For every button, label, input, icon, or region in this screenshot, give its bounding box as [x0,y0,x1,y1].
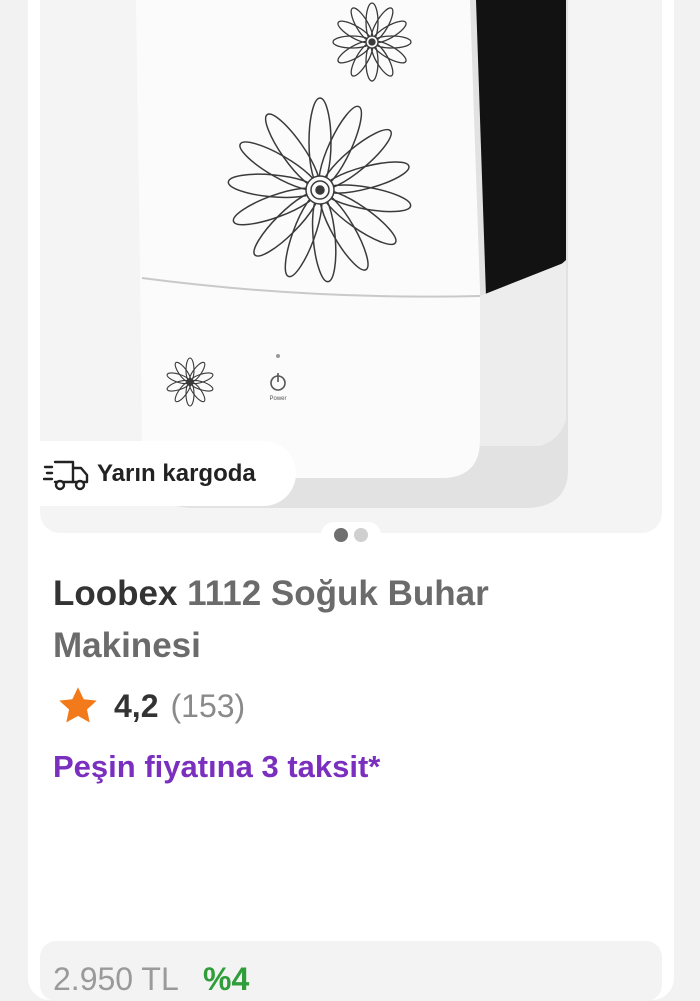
rating-count: (153) [170,687,246,724]
pagination-dot-active[interactable] [334,528,348,542]
rating-score: 4,2 [114,687,159,724]
product-title[interactable]: Loobex 1112 Soğuk Buhar Makinesi [53,568,643,672]
installment-info: Peşin fiyatına 3 taksit* [53,749,381,784]
pagination-dot[interactable] [354,528,368,542]
fast-delivery-truck-icon [43,460,89,490]
image-pagination[interactable] [321,522,381,548]
power-label: Power [269,396,286,402]
product-brand: Loobex [53,574,178,613]
shipping-badge: Yarın kargoda [40,441,296,506]
product-rating[interactable]: 4,2 (153) [56,684,245,728]
star-icon [59,687,97,723]
shipping-badge-label: Yarın kargoda [97,459,256,487]
price-box: 2.950 TL %4 [40,941,662,1001]
